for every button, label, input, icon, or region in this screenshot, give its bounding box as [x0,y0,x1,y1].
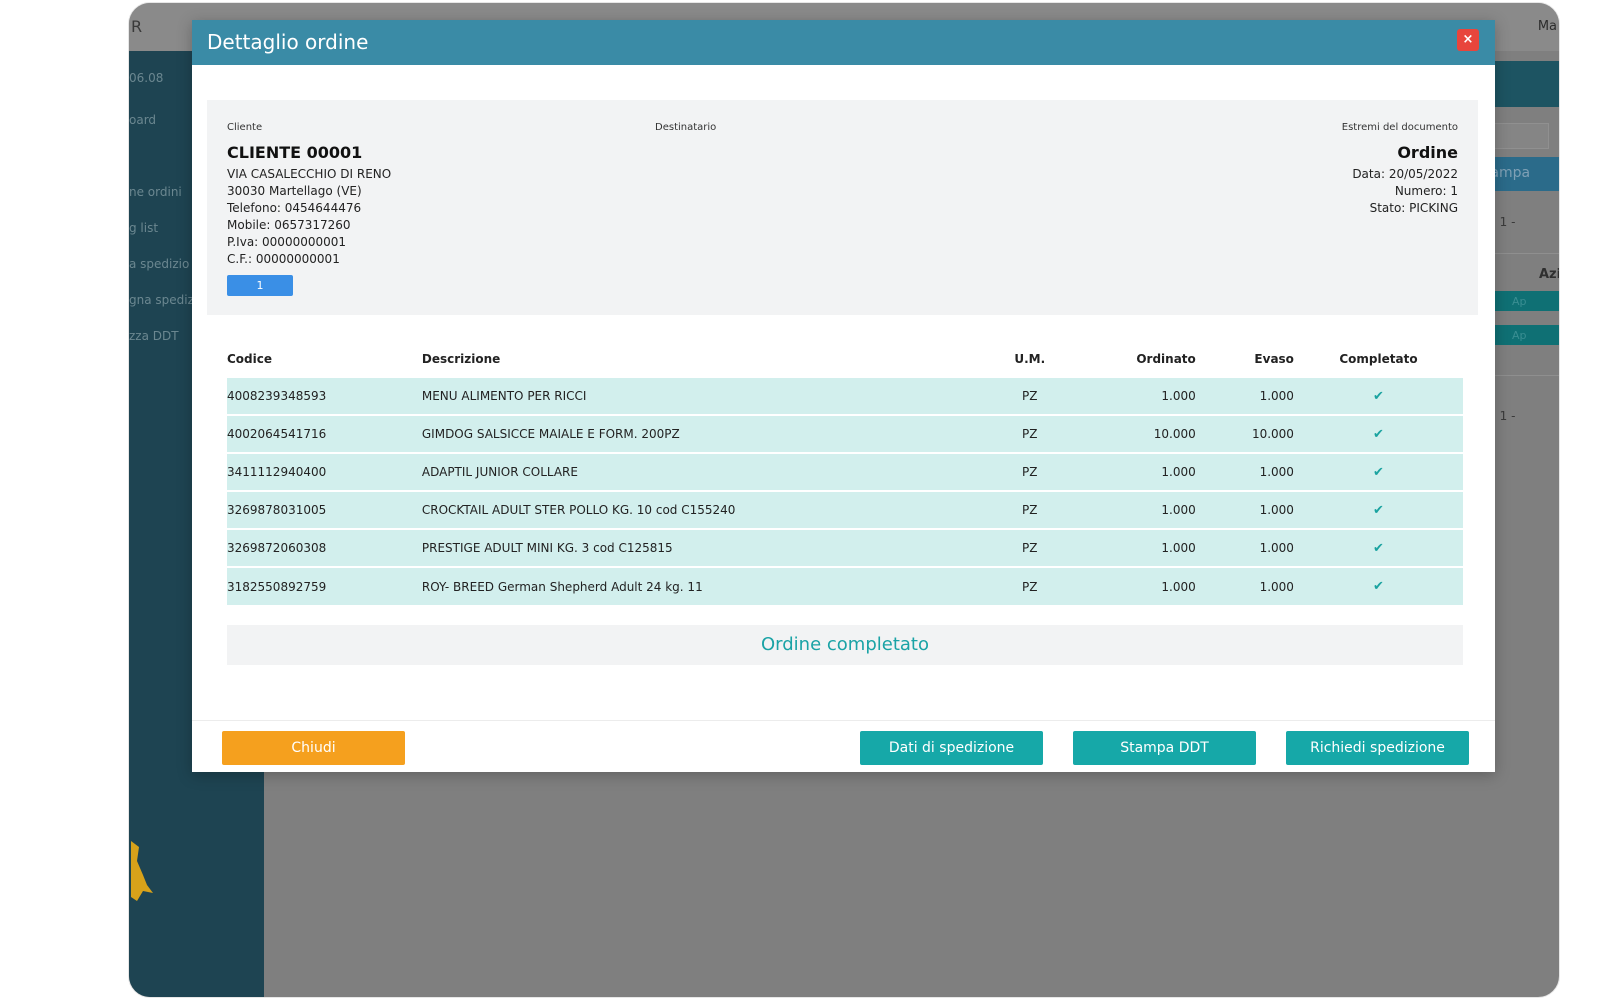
cliente-telefono: Telefono: 0454644476 [227,201,362,215]
close-button[interactable]: Chiudi [222,731,405,765]
cell-descrizione: MENU ALIMENTO PER RICCI [421,376,982,415]
cell-codice: 4002064541716 [227,414,422,453]
column-header-um: U.M. [1014,352,1046,366]
cell-codice: 4008239348593 [227,376,422,415]
cell-descrizione: CROCKTAIL ADULT STER POLLO KG. 10 cod C1… [421,490,982,529]
cell-evaso: 1.000 [1195,452,1294,491]
check-icon: ✔ [1373,388,1384,404]
background-sidebar-item: oard [129,113,157,127]
cell-evaso: 10.000 [1195,414,1294,453]
order-status-message: Ordine completato [227,625,1463,665]
column-header-evaso: Evaso [1254,352,1294,366]
cell-um: PZ [981,376,1078,415]
cell-ordinato: 1.000 [1077,528,1196,567]
cell-evaso: 1.000 [1195,376,1294,415]
cell-descrizione: PRESTIGE ADULT MINI KG. 3 cod C125815 [421,528,982,567]
check-icon: ✔ [1373,426,1384,442]
table-row: 3182550892759 ROY- BREED German Shepherd… [227,566,1463,605]
column-header-completato: Completato [1339,352,1418,366]
background-sidebar-item: g list [129,221,159,235]
background-brand: R [131,17,143,36]
check-icon: ✔ [1373,502,1384,518]
background-sidebar-item: zza DDT [129,329,179,343]
background-sidebar-item: gna spedizi [129,293,198,307]
cell-evaso: 1.000 [1195,528,1294,567]
cliente-name: CLIENTE 00001 [227,143,363,162]
table-header-row: Codice Descrizione U.M. Ordinato Evaso C… [227,342,1463,377]
cliente-mobile: Mobile: 0657317260 [227,218,351,232]
cliente-address: VIA CASALECCHIO DI RENO [227,167,392,181]
modal-title: Dettaglio ordine [207,30,369,54]
check-icon: ✔ [1373,579,1384,594]
cell-um: PZ [981,452,1078,491]
column-header-codice: Codice [227,352,273,366]
cell-completato: ✔ [1293,566,1463,605]
documento-type: Ordine [1397,143,1458,162]
cliente-label: Cliente [227,122,263,133]
order-detail-modal: Dettaglio ordine × Cliente CLIENTE 00001… [192,20,1495,772]
cliente-city: 30030 Martellago (VE) [227,184,362,198]
column-header-ordinato: Ordinato [1136,352,1196,366]
cell-ordinato: 1.000 [1077,566,1196,605]
cell-codice: 3411112940400 [227,452,422,491]
order-lines-table: Codice Descrizione U.M. Ordinato Evaso C… [227,342,1463,605]
footer-divider [192,720,1495,721]
cell-um: PZ [981,414,1078,453]
cell-evaso: 1.000 [1195,490,1294,529]
table-row: 4002064541716 GIMDOG SALSICCE MAIALE E F… [227,414,1463,453]
cell-ordinato: 1.000 [1077,376,1196,415]
logo-icon [131,841,153,901]
check-icon: ✔ [1373,540,1384,556]
cell-completato: ✔ [1293,452,1463,491]
cliente-cf: C.F.: 00000000001 [227,252,340,266]
background-sidebar-item: a spedizio [129,257,190,271]
table-row: 3269872060308 PRESTIGE ADULT MINI KG. 3 … [227,528,1463,567]
cell-um: PZ [981,528,1078,567]
modal-header: Dettaglio ordine × [192,20,1495,65]
cell-um: PZ [981,566,1078,605]
cliente-piva: P.Iva: 00000000001 [227,235,347,249]
cell-completato: ✔ [1293,376,1463,415]
documento-numero: Numero: 1 [1394,184,1458,198]
background-azioni-header: Azio [1539,267,1559,282]
cell-um: PZ [981,490,1078,529]
destinatario-label: Destinatario [655,122,717,133]
close-icon[interactable]: × [1457,29,1479,51]
background-sidebar-item: ne ordini [129,185,182,199]
request-shipping-button[interactable]: Richiedi spedizione [1286,731,1469,765]
background-user-name: Ma [1537,19,1557,34]
table-row: 3411112940400 ADAPTIL JUNIOR COLLARE PZ … [227,452,1463,491]
destinatario-section: Destinatario [655,122,716,143]
table-row: 3269878031005 CROCKTAIL ADULT STER POLLO… [227,490,1463,529]
cell-ordinato: 1.000 [1077,452,1196,491]
cell-codice: 3182550892759 [227,566,422,605]
cell-completato: ✔ [1293,490,1463,529]
table-row: 4008239348593 MENU ALIMENTO PER RICCI PZ… [227,376,1463,415]
cell-completato: ✔ [1293,414,1463,453]
cell-descrizione: GIMDOG SALSICCE MAIALE E FORM. 200PZ [421,414,982,453]
cell-codice: 3269878031005 [227,490,422,529]
cliente-badge-button[interactable]: 1 [227,275,293,296]
documento-data: Data: 20/05/2022 [1352,167,1458,181]
cell-ordinato: 1.000 [1077,490,1196,529]
documento-label: Estremi del documento [1341,122,1458,133]
shipping-data-button[interactable]: Dati di spedizione [860,731,1043,765]
cell-ordinato: 10.000 [1077,414,1196,453]
column-header-descrizione: Descrizione [421,352,501,366]
cell-evaso: 1.000 [1195,566,1294,605]
cell-descrizione: ROY- BREED German Shepherd Adult 24 kg. … [421,566,982,605]
cliente-section: Cliente CLIENTE 00001 VIA CASALECCHIO DI… [227,122,391,296]
print-ddt-button[interactable]: Stampa DDT [1073,731,1256,765]
documento-stato: Stato: PICKING [1369,201,1458,215]
documento-section: Estremi del documento Ordine Data: 20/05… [1342,122,1458,217]
check-icon: ✔ [1373,464,1384,480]
background-sidebar-item: 06.08 [129,71,164,85]
cell-codice: 3269872060308 [227,528,422,567]
cell-completato: ✔ [1293,528,1463,567]
cell-descrizione: ADAPTIL JUNIOR COLLARE [421,452,982,491]
order-info-panel: Cliente CLIENTE 00001 VIA CASALECCHIO DI… [207,100,1478,315]
